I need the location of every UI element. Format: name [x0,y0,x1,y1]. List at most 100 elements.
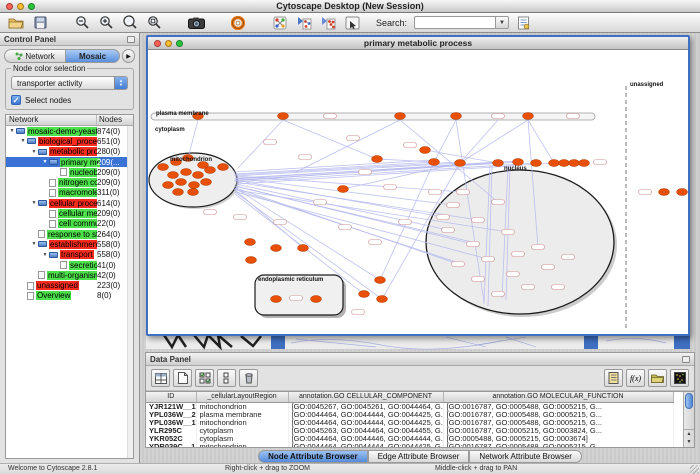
tab-edge-attribute-browser[interactable]: Edge Attribute Browser [368,450,470,463]
network-node[interactable] [493,160,504,167]
table-row[interactable]: YLR295Ccytoplasm[GO:0045263, GO:0044464,… [146,427,673,435]
network-arrow-blue-icon[interactable] [294,14,314,31]
search-input[interactable] [414,16,496,29]
annotation-icon[interactable] [342,14,362,31]
expand-arrow-icon[interactable]: ▼ [41,159,49,165]
scrollbar-thumb[interactable] [685,393,693,409]
network-node[interactable] [457,190,470,195]
tree-row[interactable]: nucleobase-209(0) [6,167,133,177]
new-attribute-icon[interactable] [173,369,192,387]
network-node[interactable] [384,185,397,190]
network-node[interactable] [677,189,688,196]
network-node[interactable] [204,210,217,215]
column-header[interactable]: annotation.GO MOLECULAR_FUNCTION [443,392,673,402]
tree-row[interactable]: macromolecule311(0) [6,188,133,198]
table-row[interactable]: YKR052Ccytoplasm[GO:0044464, GO:0044446,… [146,435,673,443]
network-node[interactable] [264,140,277,145]
zoom-in-icon[interactable] [96,14,116,31]
expand-arrow-icon[interactable]: ▼ [30,241,38,247]
network-node[interactable] [339,225,352,230]
network-arrow-red-icon[interactable] [318,14,338,31]
network-node[interactable] [168,172,179,179]
network-node[interactable] [523,113,534,120]
expand-arrow-icon[interactable]: ▼ [19,138,27,144]
zoom-selected-icon[interactable] [144,14,164,31]
network-node[interactable] [311,296,322,303]
network-node[interactable] [549,160,560,167]
network-node[interactable] [442,228,455,233]
network-window-titlebar[interactable]: primary metabolic process [148,37,688,50]
network-node[interactable] [531,160,542,167]
expand-arrow-icon[interactable]: ▼ [30,200,38,206]
network-node[interactable] [193,172,204,179]
network-node[interactable] [429,190,442,195]
table-row[interactable]: YPL036W__1mitochondrion[GO:0044464, GO:0… [146,419,673,427]
network-node[interactable] [437,215,450,220]
column-header[interactable]: annotation.GO CELLULAR_COMPONENT [288,392,443,402]
expand-arrow-icon[interactable]: ▼ [30,149,38,155]
network-node[interactable] [163,182,174,189]
attribute-list-icon[interactable] [604,369,623,387]
network-node[interactable] [352,310,365,315]
network-node[interactable] [271,245,282,252]
table-row[interactable]: YDR039C__1mitochondrion[GO:0044464, GO:0… [146,443,673,448]
network-node[interactable] [201,179,212,186]
network-node[interactable] [375,277,386,284]
network-node[interactable] [420,147,431,154]
attribute-table-icon[interactable] [151,369,170,387]
tree-row[interactable]: cellular metabol209(0) [6,208,133,218]
network-node[interactable] [347,136,360,141]
network-node[interactable] [579,160,590,167]
formula-fx-icon[interactable]: f(x) [626,369,645,387]
network-node[interactable] [502,230,515,235]
network-node[interactable] [455,160,466,167]
search-dropdown-arrow[interactable]: ▼ [496,16,509,29]
network-node[interactable] [522,285,535,290]
network-canvas[interactable]: plasma membrane cytoplasm mitochondrion … [148,50,688,334]
network-node[interactable] [369,240,382,245]
network-node[interactable] [447,203,460,208]
float-data-panel-icon[interactable] [682,356,690,363]
search-options-icon[interactable] [513,14,533,31]
network-node[interactable] [492,200,505,205]
delete-attribute-icon[interactable] [239,369,258,387]
network-node[interactable] [188,189,199,196]
network-node[interactable] [659,189,670,196]
zoom-fit-icon[interactable] [120,14,140,31]
network-node[interactable] [158,164,169,171]
network-node[interactable] [274,220,287,225]
select-nodes-checkbox[interactable]: ✓ [11,95,21,105]
network-node[interactable] [298,245,309,252]
network-node[interactable] [181,169,192,176]
network-node[interactable] [472,218,485,223]
network-node[interactable] [173,189,184,196]
network-node[interactable] [359,170,372,175]
network-node[interactable] [594,160,607,165]
tree-scrollbar[interactable] [127,126,133,458]
resize-grip[interactable] [690,465,699,474]
table-vertical-scrollbar[interactable]: ▲▼ [683,392,694,447]
scrollbar-arrows[interactable]: ▲▼ [684,429,694,447]
network-node[interactable] [271,296,282,303]
network-node[interactable] [569,160,580,167]
table-row[interactable]: YJR121W__1mitochondrion[GO:0045267, GO:0… [146,402,673,411]
network-node[interactable] [512,252,525,257]
tab-node-attribute-browser[interactable]: Node Attribute Browser [258,450,368,463]
open-folder-icon[interactable] [6,14,26,31]
column-header[interactable]: _cellularLayoutRegion [196,392,288,402]
tree-row[interactable]: ▼establishment of lo558(0) [6,239,133,249]
snapshot-camera-icon[interactable] [186,14,206,31]
tree-row[interactable]: ▼primary metabo209(... [6,157,133,167]
network-node[interactable] [429,159,440,166]
network-node[interactable] [472,277,485,282]
tree-row[interactable]: response to stimulu264(0) [6,229,133,239]
network-node[interactable] [404,143,417,148]
network-node[interactable] [507,272,520,277]
unselect-attributes-icon[interactable] [217,369,236,387]
network-node[interactable] [246,257,257,264]
network-node[interactable] [542,265,555,270]
tree-row[interactable]: multi-organism pro42(0) [6,270,133,280]
tree-row[interactable]: ▼metabolic process280(0) [6,147,133,157]
save-icon[interactable] [30,14,50,31]
tree-row[interactable]: secretion41(0) [6,260,133,270]
